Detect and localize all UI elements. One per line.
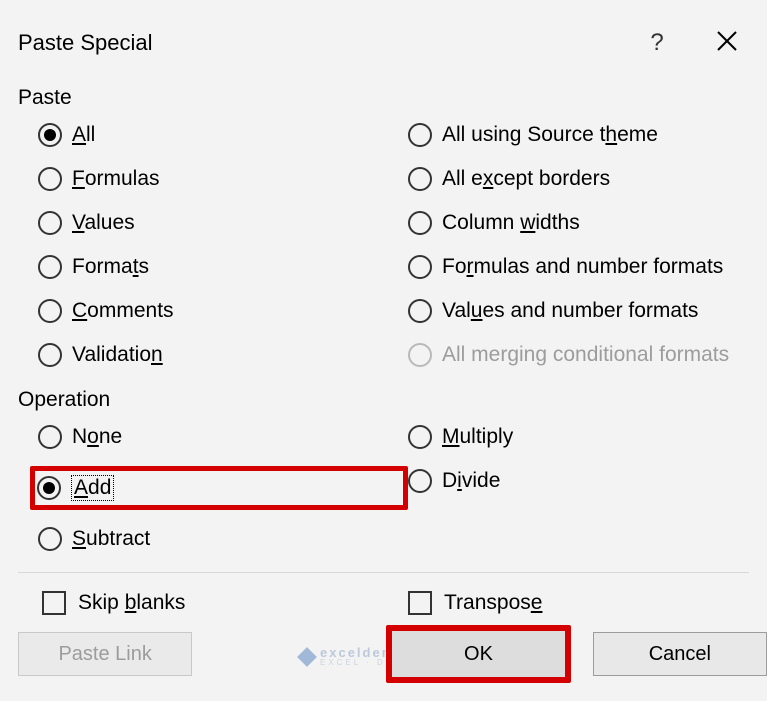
paste-section-label: Paste — [0, 68, 767, 120]
operation-divide-radio[interactable]: Divide — [408, 466, 767, 496]
radio-icon — [408, 167, 432, 191]
paste-comments-radio[interactable]: Comments — [38, 296, 408, 326]
paste-formulas-numfmt-radio[interactable]: Formulas and number formats — [408, 252, 767, 282]
operation-add-radio[interactable]: Add — [37, 473, 114, 503]
paste-column-widths-radio[interactable]: Column widths — [408, 208, 767, 238]
title-bar: Paste Special ? — [0, 0, 767, 68]
radio-icon — [38, 255, 62, 279]
close-button[interactable] — [687, 29, 767, 58]
radio-icon — [408, 255, 432, 279]
operation-section-label: Operation — [0, 370, 767, 422]
radio-icon — [408, 123, 432, 147]
close-icon — [715, 29, 739, 53]
radio-icon — [38, 343, 62, 367]
radio-icon — [408, 425, 432, 449]
radio-icon — [38, 211, 62, 235]
radio-icon — [408, 469, 432, 493]
skip-blanks-checkbox[interactable]: Skip blanks — [42, 591, 408, 615]
radio-icon — [38, 299, 62, 323]
transpose-checkbox[interactable]: Transpose — [408, 591, 542, 615]
help-button[interactable]: ? — [627, 29, 687, 57]
radio-icon — [38, 123, 62, 147]
checkbox-icon — [408, 591, 432, 615]
operation-options: None Add Subtract Multiply Divide — [0, 422, 767, 554]
paste-options: All Formulas Values Formats Comments Val… — [0, 120, 767, 370]
operation-none-radio[interactable]: None — [38, 422, 408, 452]
radio-icon — [38, 425, 62, 449]
paste-special-dialog: Paste Special ? Paste All Formulas Value… — [0, 0, 767, 701]
paste-validation-radio[interactable]: Validation — [38, 340, 408, 370]
radio-icon — [408, 211, 432, 235]
radio-icon — [408, 299, 432, 323]
checkbox-row: Skip blanks Transpose — [0, 573, 767, 615]
paste-link-button: Paste Link — [18, 632, 192, 676]
operation-add-highlight: Add — [30, 466, 408, 510]
operation-multiply-radio[interactable]: Multiply — [408, 422, 767, 452]
paste-source-theme-radio[interactable]: All using Source theme — [408, 120, 767, 150]
paste-all-radio[interactable]: All — [38, 120, 408, 150]
ok-button[interactable]: OK — [386, 625, 570, 683]
paste-values-radio[interactable]: Values — [38, 208, 408, 238]
radio-icon — [37, 476, 61, 500]
paste-formulas-radio[interactable]: Formulas — [38, 164, 408, 194]
operation-subtract-radio[interactable]: Subtract — [38, 524, 408, 554]
button-bar: Paste Link OK Cancel — [0, 625, 767, 683]
checkbox-icon — [42, 591, 66, 615]
radio-icon — [38, 167, 62, 191]
paste-except-borders-radio[interactable]: All except borders — [408, 164, 767, 194]
paste-formats-radio[interactable]: Formats — [38, 252, 408, 282]
radio-icon — [38, 527, 62, 551]
cancel-button[interactable]: Cancel — [593, 632, 767, 676]
radio-icon — [408, 343, 432, 367]
paste-values-numfmt-radio[interactable]: Values and number formats — [408, 296, 767, 326]
paste-merge-conditional-radio: All merging conditional formats — [408, 340, 767, 370]
dialog-title: Paste Special — [18, 30, 627, 56]
